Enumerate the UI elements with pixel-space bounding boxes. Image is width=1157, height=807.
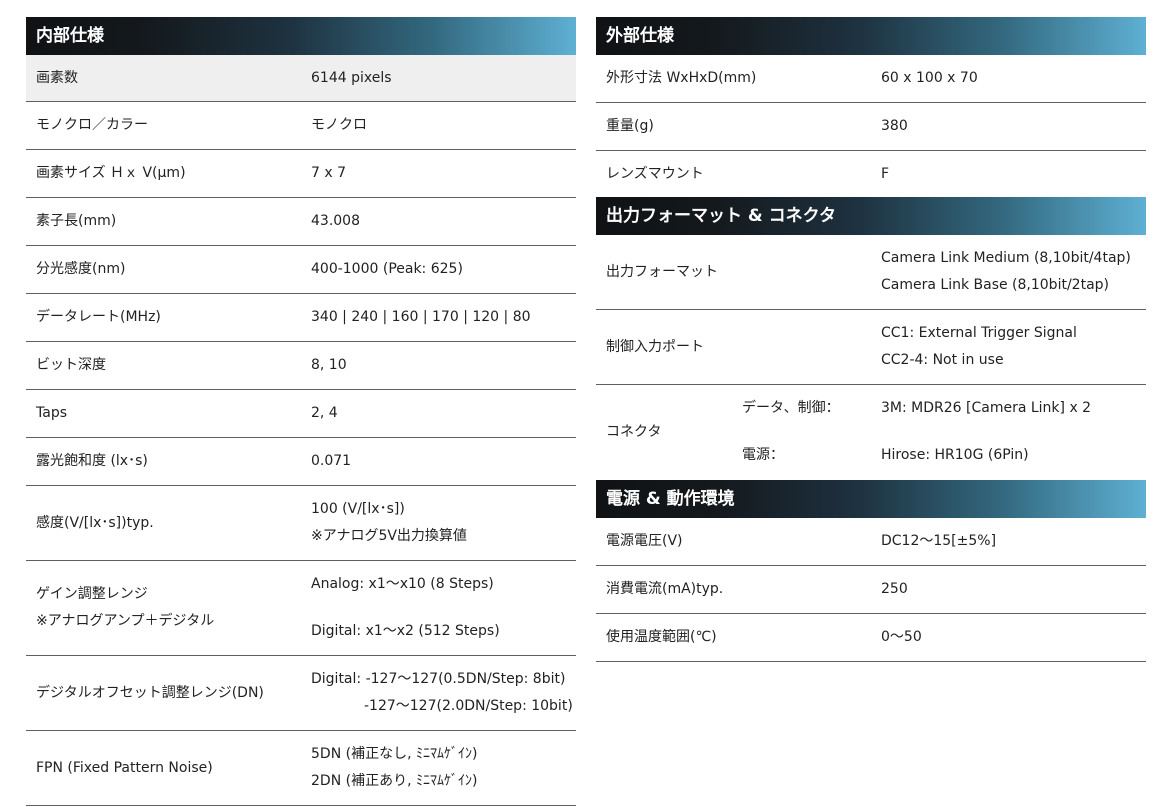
spec-value: 100 (V/[lx･s]) ※アナログ5V出力換算値 (311, 486, 467, 560)
spec-label-line: ゲイン調整レンジ (36, 586, 148, 602)
spec-row-output-format: 出力フォーマット Camera Link Medium (8,10bit/4ta… (596, 235, 1146, 310)
spec-value-line: 5DN (補正なし, ﾐﾆﾏﾑｹﾞｲﾝ) (311, 746, 478, 762)
spec-value: 7 x 7 (311, 165, 346, 181)
spec-row-bit-depth: ビット深度 8, 10 (26, 342, 576, 390)
spec-value-line: Analog: x1～x10 (8 Steps) (311, 576, 494, 592)
spec-label: 感度(V/[lx･s])typ. (36, 514, 154, 531)
spec-label: 画素サイズ Ｈｘ V(μm) (36, 165, 186, 181)
spec-value: 340 | 240 | 160 | 170 | 120 | 80 (311, 309, 531, 325)
spec-label: コネクタ (606, 424, 662, 440)
spec-value: 250 (881, 581, 908, 597)
spec-value-line: CC1: External Trigger Signal (881, 325, 1077, 341)
spec-value: 0.071 (311, 453, 352, 469)
external-spec-header: 外部仕様 (596, 17, 1146, 55)
spec-row-lens-mount: レンズマウント F (596, 151, 1146, 197)
internal-spec-section: 内部仕様 画素数 6144 pixels モノクロ／カラー モノクロ 画素サイズ… (26, 17, 576, 806)
spec-value: CC1: External Trigger Signal CC2-4: Not … (881, 310, 1077, 384)
internal-spec-header: 内部仕様 (26, 17, 576, 55)
spec-label: 消費電流(mA)typ. (606, 581, 724, 597)
spec-value: 8, 10 (311, 357, 347, 373)
spec-row-saturation-exposure: 露光飽和度 (lx･s) 0.071 (26, 438, 576, 486)
spec-value: Digital: -127～127(0.5DN/Step: 8bit) -127… (311, 656, 573, 730)
spec-row-temperature: 使用温度範囲(℃) 0～50 (596, 614, 1146, 662)
spec-value-line: -127～127(2.0DN/Step: 10bit) (364, 698, 573, 714)
output-connector-header: 出力フォーマット & コネクタ (596, 197, 1146, 235)
spec-value: DC12～15[±5%] (881, 533, 997, 549)
spec-value: F (881, 165, 890, 182)
spec-value-line: 100 (V/[lx･s]) (311, 501, 405, 517)
spec-value: 380 (881, 118, 908, 134)
connector-data-label: データ、制御： (742, 400, 840, 416)
spec-row-connector: コネクタ データ、制御： 3M: MDR26 [Camera Link] x 2… (596, 385, 1146, 480)
spec-value-line: Digital: x1～x2 (512 Steps) (311, 623, 500, 639)
spec-label: 素子長(mm) (36, 213, 117, 229)
spec-row-current: 消費電流(mA)typ. 250 (596, 566, 1146, 614)
spec-value: 6144 pixels (311, 69, 392, 86)
spec-label: 外形寸法 WxHxD(mm) (606, 70, 757, 86)
power-environment-header: 電源 & 動作環境 (596, 480, 1146, 518)
spec-label-note: ※アナログアンプ＋デジタル (36, 613, 215, 629)
spec-row-digital-offset: デジタルオフセット調整レンジ(DN) Digital: -127～127(0.5… (26, 656, 576, 731)
spec-label: 出力フォーマット (606, 263, 718, 280)
spec-value: 5DN (補正なし, ﾐﾆﾏﾑｹﾞｲﾝ) 2DN (補正あり, ﾐﾆﾏﾑｹﾞｲﾝ… (311, 731, 477, 805)
spec-value: 0～50 (881, 629, 922, 645)
spec-row-supply-voltage: 電源電圧(V) DC12～15[±5%] (596, 518, 1146, 566)
connector-data-value: 3M: MDR26 [Camera Link] x 2 (881, 400, 1092, 416)
spec-value-line: Camera Link Base (8,10bit/2tap) (881, 277, 1109, 293)
spec-value-line: CC2-4: Not in use (881, 352, 1004, 368)
spec-label: ビット深度 (36, 357, 106, 373)
spec-label: データレート(MHz) (36, 309, 161, 325)
spec-value: 2, 4 (311, 405, 338, 421)
spec-label: ゲイン調整レンジ ※アナログアンプ＋デジタル (36, 561, 214, 655)
spec-label: FPN (Fixed Pattern Noise) (36, 759, 213, 776)
spec-label: 露光飽和度 (lx･s) (36, 453, 148, 469)
spec-row-weight: 重量(g) 380 (596, 103, 1146, 151)
spec-row-spectral-sensitivity: 分光感度(nm) 400-1000 (Peak: 625) (26, 246, 576, 294)
spec-value: 400-1000 (Peak: 625) (311, 261, 463, 277)
connector-power-label: 電源： (742, 447, 784, 463)
spec-value: モノクロ (311, 117, 367, 133)
spec-value: Camera Link Medium (8,10bit/4tap) Camera… (881, 235, 1131, 309)
spec-label: 画素数 (36, 69, 78, 86)
spec-label: 重量(g) (606, 118, 654, 134)
spec-label: レンズマウント (606, 165, 704, 182)
spec-value-line: Digital: -127～127(0.5DN/Step: 8bit) (311, 671, 566, 687)
right-spec-column: 外部仕様 外形寸法 WxHxD(mm) 60 x 100 x 70 重量(g) … (596, 17, 1146, 662)
spec-row-dimensions: 外形寸法 WxHxD(mm) 60 x 100 x 70 (596, 55, 1146, 103)
spec-row-data-rate: データレート(MHz) 340 | 240 | 160 | 170 | 120 … (26, 294, 576, 342)
spec-row-control-port: 制御入力ポート CC1: External Trigger Signal CC2… (596, 310, 1146, 385)
spec-row-pixel-size: 画素サイズ Ｈｘ V(μm) 7 x 7 (26, 150, 576, 198)
spec-value-line: 2DN (補正あり, ﾐﾆﾏﾑｹﾞｲﾝ) (311, 773, 478, 789)
spec-label: Taps (36, 405, 67, 421)
spec-value: Analog: x1～x10 (8 Steps) Digital: x1～x2 … (311, 561, 500, 655)
spec-value: 43.008 (311, 213, 360, 229)
spec-value-line: Camera Link Medium (8,10bit/4tap) (881, 250, 1131, 266)
spec-label: 電源電圧(V) (606, 533, 683, 549)
spec-label: モノクロ／カラー (36, 117, 148, 133)
spec-label: 使用温度範囲(℃) (606, 629, 717, 645)
spec-label: 制御入力ポート (606, 338, 704, 355)
spec-row-mono-color: モノクロ／カラー モノクロ (26, 102, 576, 150)
spec-row-sensor-length: 素子長(mm) 43.008 (26, 198, 576, 246)
spec-row-gain-range: ゲイン調整レンジ ※アナログアンプ＋デジタル Analog: x1～x10 (8… (26, 561, 576, 656)
connector-power-value: Hirose: HR10G (6Pin) (881, 447, 1029, 463)
spec-label: デジタルオフセット調整レンジ(DN) (36, 684, 264, 701)
spec-row-sensitivity: 感度(V/[lx･s])typ. 100 (V/[lx･s]) ※アナログ5V出… (26, 486, 576, 561)
spec-value: 60 x 100 x 70 (881, 70, 978, 86)
spec-row-taps: Taps 2, 4 (26, 390, 576, 438)
spec-row-fpn: FPN (Fixed Pattern Noise) 5DN (補正なし, ﾐﾆﾏ… (26, 731, 576, 806)
spec-value-note: ※アナログ5V出力換算値 (311, 528, 467, 544)
spec-label: 分光感度(nm) (36, 261, 126, 277)
spec-row-pixel-count: 画素数 6144 pixels (26, 55, 576, 102)
